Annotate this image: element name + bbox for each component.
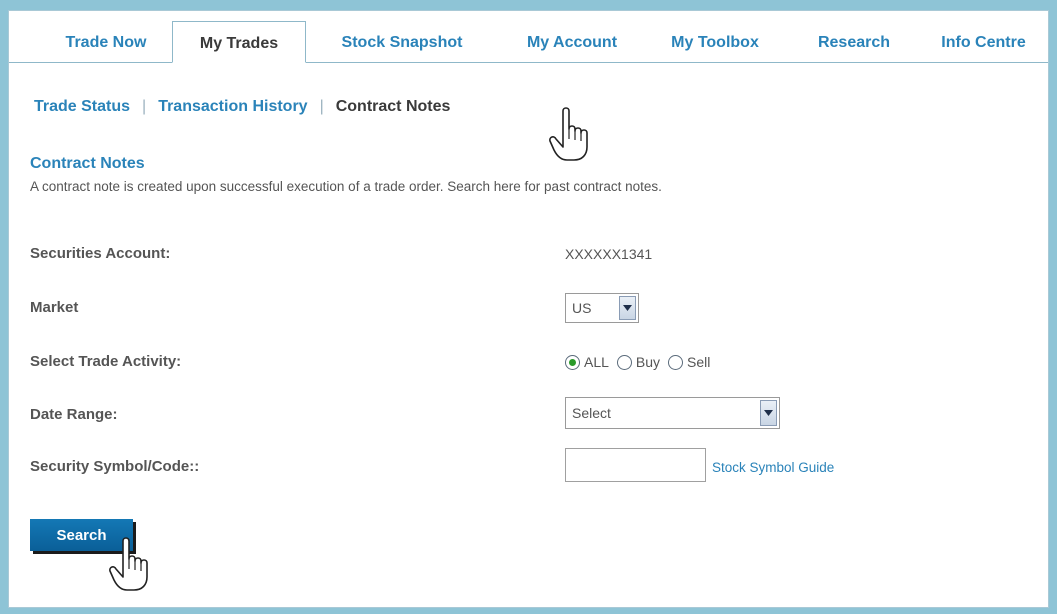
tab-trade-now[interactable]: Trade Now — [31, 23, 181, 63]
security-symbol-input[interactable] — [565, 448, 706, 482]
radio-all-circle[interactable] — [565, 354, 580, 370]
date-range-label: Date Range: — [30, 406, 118, 423]
hand-pointer-icon — [109, 537, 148, 591]
market-select-value: US — [572, 300, 592, 316]
page-title: Contract Notes — [30, 155, 145, 172]
radio-all-label: ALL — [584, 354, 609, 370]
tab-my-toolbox[interactable]: My Toolbox — [649, 23, 781, 63]
date-range-select[interactable]: Select — [565, 397, 780, 429]
trade-activity-label: Select Trade Activity: — [30, 353, 182, 370]
radio-sell[interactable]: Sell — [668, 354, 710, 370]
tab-stock-snapshot[interactable]: Stock Snapshot — [314, 23, 490, 63]
tab-my-trades[interactable]: My Trades — [172, 21, 306, 63]
radio-buy[interactable]: Buy — [616, 354, 661, 370]
stock-symbol-guide-link[interactable]: Stock Symbol Guide — [712, 460, 834, 475]
radio-sell-label: Sell — [687, 354, 711, 370]
securities-account-value: XXXXXX1341 — [565, 246, 653, 262]
tab-info-centre[interactable]: Info Centre — [921, 23, 1046, 63]
subnav-separator: | — [319, 98, 324, 115]
page-description: A contract note is created upon successf… — [30, 179, 662, 194]
subnav-trade-status[interactable]: Trade Status — [34, 98, 130, 115]
radio-buy-circle[interactable] — [616, 354, 632, 370]
subnav-transaction-history[interactable]: Transaction History — [158, 98, 307, 115]
sub-navigation: Trade Status | Transaction History | Contrac… — [34, 98, 450, 116]
tab-research[interactable]: Research — [799, 23, 909, 63]
tab-my-account[interactable]: My Account — [504, 23, 640, 63]
security-symbol-label: Security Symbol/Code:: — [30, 458, 200, 475]
radio-all[interactable]: ALL — [565, 354, 609, 370]
securities-account-label: Securities Account: — [30, 245, 171, 262]
trade-activity-radio-group: ALL Buy Sell — [565, 354, 718, 370]
chevron-down-icon[interactable] — [760, 400, 777, 426]
date-range-select-value: Select — [572, 405, 611, 421]
main-tabs: Trade Now My Trades Stock Snapshot My Ac… — [9, 11, 1048, 63]
subnav-contract-notes[interactable]: Contract Notes — [336, 98, 451, 115]
subnav-separator: | — [142, 98, 147, 115]
main-frame: Trade Now My Trades Stock Snapshot My Ac… — [8, 10, 1049, 608]
radio-sell-circle[interactable] — [668, 354, 684, 370]
market-label: Market — [30, 299, 79, 316]
radio-buy-label: Buy — [635, 354, 661, 370]
market-select[interactable]: US — [565, 293, 639, 323]
chevron-down-icon[interactable] — [619, 296, 636, 320]
hand-pointer-icon — [549, 107, 588, 161]
